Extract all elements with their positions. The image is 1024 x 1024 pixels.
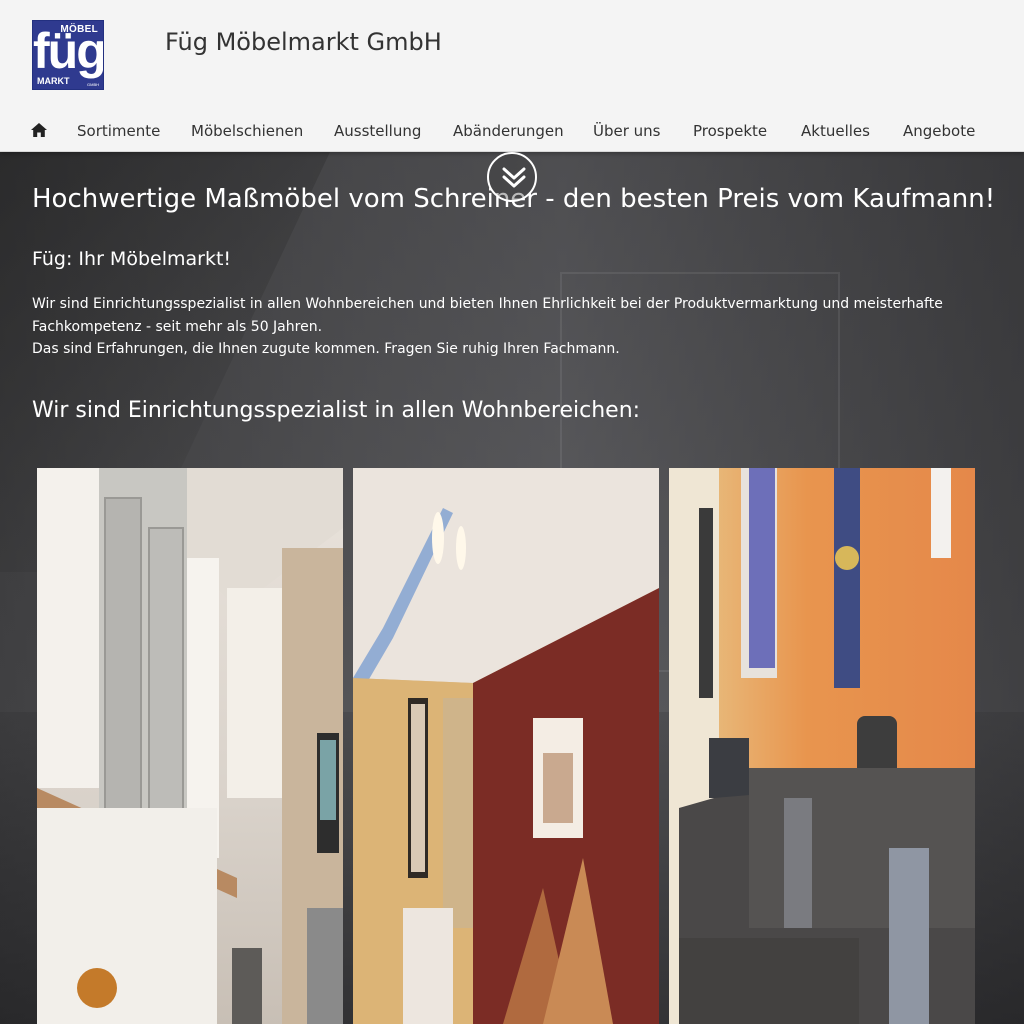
nav-item-angebote[interactable]: Angebote (903, 122, 975, 140)
nav-item-prospekte[interactable]: Prospekte (693, 122, 767, 140)
site-title[interactable]: Füg Möbelmarkt GmbH (165, 28, 442, 56)
scroll-down-button[interactable] (487, 152, 537, 202)
intro-line-3: Das sind Erfahrungen, die Ihnen zugute k… (32, 341, 620, 357)
main-nav: Sortimente Möbelschienen Ausstellung Abä… (0, 112, 1024, 150)
logo[interactable]: MÖBEL füg MARKT GMBH (32, 20, 104, 90)
nav-item-ausstellung[interactable]: Ausstellung (334, 122, 421, 140)
image-tile-kitchen[interactable] (37, 468, 343, 1024)
home-icon[interactable] (30, 122, 48, 138)
logo-text-bottom: MARKT (37, 76, 70, 86)
nav-item-moebelschienen[interactable]: Möbelschienen (191, 122, 303, 140)
double-chevron-down-icon (502, 167, 526, 188)
image-tile-bedroom[interactable] (353, 468, 659, 1024)
hero-subheadline: Füg: Ihr Möbelmarkt! (32, 248, 232, 270)
intro-line-1: Wir sind Einrichtungsspezialist in allen… (32, 296, 943, 312)
nav-item-abaenderungen[interactable]: Abänderungen (453, 122, 564, 140)
intro-paragraph: Wir sind Einrichtungsspezialist in allen… (32, 293, 992, 361)
nav-item-aktuelles[interactable]: Aktuelles (801, 122, 870, 140)
nav-item-sortimente[interactable]: Sortimente (77, 122, 160, 140)
image-tile-living-room[interactable] (669, 468, 975, 1024)
section-title: Wir sind Einrichtungsspezialist in allen… (32, 398, 641, 423)
nav-item-ueber-uns[interactable]: Über uns (593, 122, 661, 140)
logo-text-main: füg (33, 23, 104, 79)
logo-text-gmbh: GMBH (87, 82, 99, 87)
site-header: MÖBEL füg MARKT GMBH Füg Möbelmarkt GmbH… (0, 0, 1024, 152)
intro-line-2: Fachkompetenz - seit mehr als 50 Jahren. (32, 318, 323, 335)
